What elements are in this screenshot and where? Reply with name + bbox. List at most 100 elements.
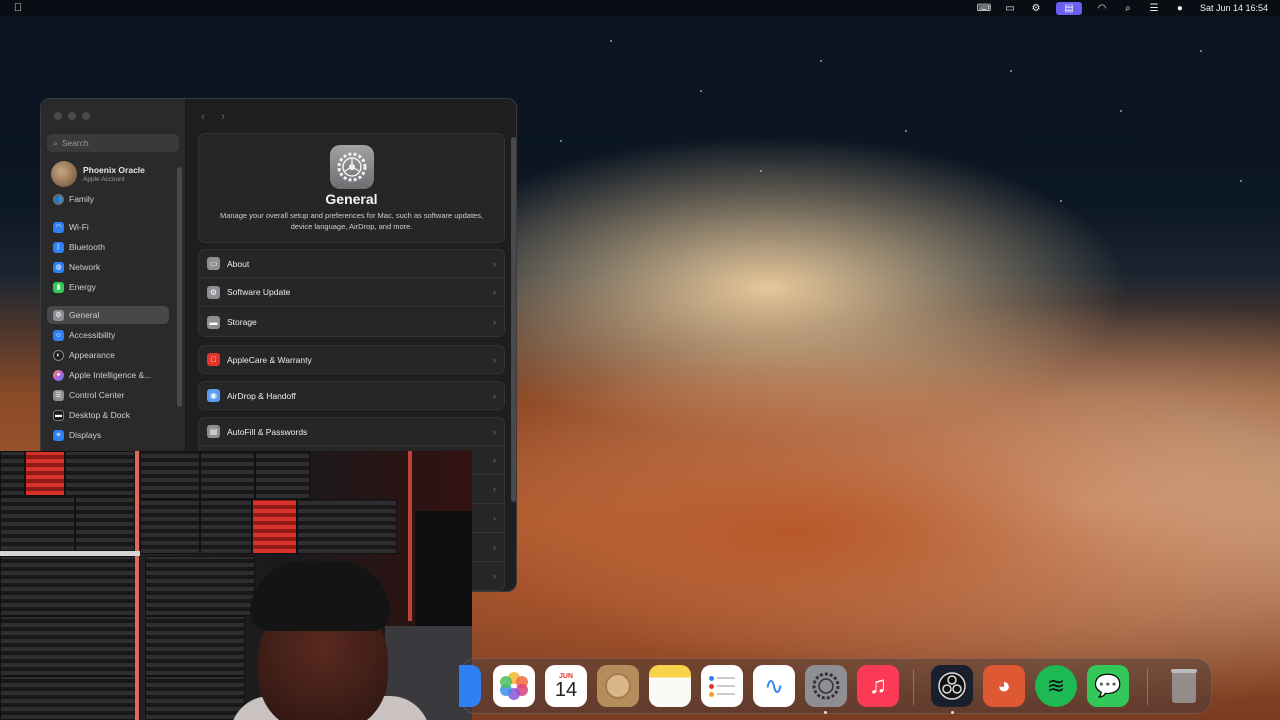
wifi-icon: ◠ <box>53 221 64 233</box>
calendar-day: 14 <box>554 678 578 701</box>
sidebar-item-appearance[interactable]: ◐ Appearance <box>47 346 169 364</box>
page-title: General <box>325 191 378 207</box>
foam-panel <box>0 556 140 616</box>
minimize-button[interactable] <box>68 112 76 120</box>
apple-icon[interactable]:  <box>12 2 24 14</box>
sidebar-item-energy[interactable]: ▮ Energy <box>47 278 169 296</box>
row-about[interactable]: ▭ About › <box>198 249 505 278</box>
storage-icon: ▬ <box>207 315 220 329</box>
spotify-icon[interactable]: ≋ <box>1035 665 1077 707</box>
shelf <box>0 551 140 556</box>
chevron-right-icon: › <box>493 258 496 269</box>
foam-panel <box>200 499 252 554</box>
foam-panel <box>140 451 200 499</box>
dock-icon: ▬ <box>53 409 64 421</box>
gear-icon: ⚙ <box>207 285 220 299</box>
chevron-right-icon: › <box>493 317 496 327</box>
row-storage[interactable]: ▬ Storage › <box>198 308 505 337</box>
dock-separator <box>913 669 914 705</box>
appearance-icon: ◐ <box>53 349 64 361</box>
photos-icon[interactable] <box>493 665 535 707</box>
navigation-buttons: ‹ › <box>201 109 225 123</box>
keyboard-icon[interactable]: ⌨ <box>977 3 991 14</box>
dock-separator <box>1147 669 1148 705</box>
row-applecare[interactable]:  AppleCare & Warranty › <box>198 345 505 374</box>
zoom-button[interactable] <box>82 112 90 120</box>
display-icon: ☀ <box>53 429 64 441</box>
partial-app-icon[interactable] <box>459 665 481 707</box>
apple-account-item[interactable]: Phoenix Oracle Apple Account <box>51 161 145 187</box>
reminder-line <box>709 683 735 689</box>
contacts-icon[interactable] <box>597 665 639 707</box>
forward-chevron-icon[interactable]: › <box>221 109 225 123</box>
sidebar-item-control-center[interactable]: ☰ Control Center <box>47 386 169 404</box>
display-icon[interactable]: ▭ <box>1004 3 1016 14</box>
row-airdrop-handoff[interactable]: ◉ AirDrop & Handoff › <box>198 381 505 410</box>
sidebar-item-displays[interactable]: ☀ Displays <box>47 426 169 444</box>
running-indicator <box>824 711 827 714</box>
row-software-update[interactable]: ⚙ Software Update › <box>198 278 505 307</box>
system-settings-icon[interactable] <box>805 665 847 707</box>
chevron-right-icon: › <box>493 426 496 437</box>
sidebar-item-apple-intelligence[interactable]: ✦ Apple Intelligence &... <box>47 366 169 384</box>
chevron-right-icon: › <box>493 513 496 523</box>
trash-icon[interactable] <box>1163 665 1205 707</box>
sidebar-item-desktop-dock[interactable]: ▬ Desktop & Dock <box>47 406 169 424</box>
menubar-clock[interactable]: Sat Jun 14 16:54 <box>1200 3 1268 13</box>
close-button[interactable] <box>54 112 62 120</box>
duckduckgo-icon[interactable]: ◕ <box>983 665 1025 707</box>
globe-icon: ◍ <box>53 261 64 273</box>
row-autofill-passwords[interactable]: ▤ AutoFill & Passwords › <box>198 417 505 446</box>
messages-icon[interactable]: 💬 <box>1087 665 1129 707</box>
window-controls <box>54 112 90 120</box>
sidebar-item-family[interactable]: 👥 Family <box>47 190 169 208</box>
bluetooth-icon: ᛒ <box>53 241 64 253</box>
siri-icon[interactable]: ● <box>1174 3 1186 14</box>
accessibility-icon: ☺ <box>53 329 64 341</box>
sidebar-item-label: Network <box>69 262 101 272</box>
info-icon: ▭ <box>207 257 220 270</box>
sidebar-item-label: Bluetooth <box>69 242 105 252</box>
account-name: Phoenix Oracle <box>83 165 145 175</box>
foam-panel <box>252 499 297 554</box>
control-center-icon[interactable]: ☰ <box>1148 3 1160 14</box>
reminder-line <box>709 691 735 697</box>
avatar <box>51 161 77 187</box>
sidebar-item-label: Apple Intelligence &... <box>69 370 152 380</box>
foam-panel <box>65 451 135 496</box>
person-hat <box>250 561 390 631</box>
running-indicator <box>951 711 954 714</box>
chevron-right-icon: › <box>493 455 496 465</box>
screen-share-icon[interactable]: ▤ <box>1055 1 1082 15</box>
sidebar-item-label: Control Center <box>69 390 125 400</box>
wifi-icon[interactable]: ◠ <box>1096 3 1108 14</box>
calendar-icon[interactable]: JUN 14 <box>545 665 587 707</box>
search-icon[interactable]: ⌕ <box>1122 3 1134 14</box>
sidebar-item-bluetooth[interactable]: ᛒ Bluetooth <box>47 238 169 256</box>
foam-panel <box>0 676 140 720</box>
reminders-icon[interactable] <box>701 665 743 707</box>
sidebar-item-general[interactable]: ⚙ General <box>47 306 169 324</box>
sidebar-item-network[interactable]: ◍ Network <box>47 258 169 276</box>
chevron-right-icon: › <box>493 542 496 552</box>
general-header-card: General Manage your overall setup and pr… <box>198 133 505 243</box>
sidebar-item-accessibility[interactable]: ☺ Accessibility <box>47 326 169 344</box>
main-scrollbar[interactable] <box>511 137 516 502</box>
search-input[interactable]: ⌕ Search <box>47 134 179 152</box>
menu-bar:  ⌨ ▭ ⚙ ▤ ◠ ⌕ ☰ ● Sat Jun 14 16:54 <box>0 0 1280 16</box>
row-label: AppleCare & Warranty <box>227 354 312 365</box>
music-icon[interactable]: ♫ <box>857 665 899 707</box>
sidebar-scrollbar[interactable] <box>177 167 182 407</box>
sidebar-item-label: Accessibility <box>69 330 116 340</box>
freeform-icon[interactable]: ∿ <box>753 665 795 707</box>
foam-panel <box>0 616 140 676</box>
gear-icon: ⚙ <box>53 309 64 321</box>
account-subtitle: Apple Account <box>83 176 125 183</box>
row-label: AirDrop & Handoff <box>227 390 296 401</box>
gear-icon[interactable]: ⚙ <box>1030 3 1042 14</box>
back-chevron-icon[interactable]: ‹ <box>201 109 205 123</box>
obs-icon[interactable] <box>931 665 973 707</box>
sidebar-item-label: Family <box>69 194 95 204</box>
sidebar-item-wifi[interactable]: ◠ Wi-Fi <box>47 218 169 236</box>
notes-icon[interactable] <box>649 665 691 707</box>
